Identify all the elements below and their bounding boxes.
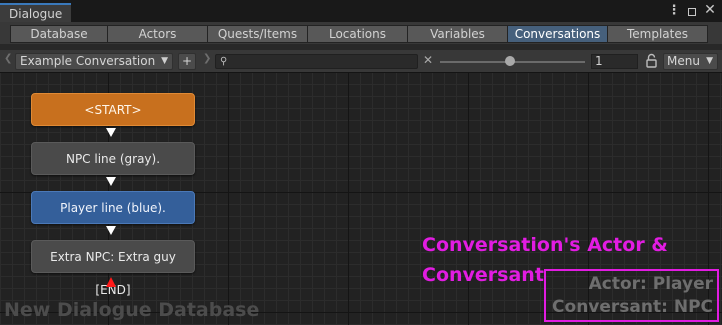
- close-icon[interactable]: ✕: [704, 3, 716, 17]
- actor-conversant-box: Actor: Player Conversant: NPC: [544, 269, 719, 322]
- back-arrow-icon[interactable]: ❮: [4, 53, 12, 64]
- annotation-line-1: Conversation's Actor &: [422, 234, 668, 256]
- lock-icon[interactable]: [646, 53, 657, 68]
- conversation-toolbar: ❮ Example Conversation ▼ + ❯ ⚲ ✕ 1 Menu …: [0, 50, 722, 73]
- tab-quests-items[interactable]: Quests/Items: [207, 25, 308, 43]
- chevron-down-icon: ▼: [706, 56, 713, 66]
- tab-locations[interactable]: Locations: [307, 25, 408, 43]
- more-options-icon[interactable]: ⋮: [668, 4, 681, 17]
- tab-actors[interactable]: Actors: [107, 25, 208, 43]
- start-node[interactable]: <START>: [31, 93, 195, 126]
- menu-button[interactable]: Menu ▼: [663, 53, 718, 70]
- actor-label: Actor: Player: [588, 274, 713, 294]
- clear-search-icon[interactable]: ✕: [423, 53, 433, 67]
- search-input[interactable]: ⚲: [215, 54, 418, 69]
- end-marker-icon: [106, 277, 116, 287]
- maximize-icon[interactable]: [686, 4, 698, 17]
- forward-arrow-icon[interactable]: ❯: [203, 53, 211, 64]
- tab-database[interactable]: Database: [10, 25, 108, 43]
- link-arrow-icon[interactable]: [106, 128, 116, 137]
- conversant-label: Conversant: NPC: [552, 297, 713, 317]
- chevron-down-icon: ▼: [161, 56, 168, 66]
- search-icon: ⚲: [220, 56, 228, 67]
- link-arrow-icon[interactable]: [106, 177, 116, 186]
- zoom-input[interactable]: 1: [591, 54, 638, 69]
- tab-templates[interactable]: Templates: [607, 25, 708, 43]
- editor-tab-strip: Database Actors Quests/Items Locations V…: [0, 22, 722, 44]
- window-title-bar: Dialogue ⋮ ✕: [0, 0, 722, 22]
- add-conversation-button[interactable]: +: [178, 53, 196, 70]
- player-node[interactable]: Player line (blue).: [31, 191, 195, 224]
- database-name-watermark: New Dialogue Database: [4, 299, 260, 321]
- conversation-dropdown-value: Example Conversation: [20, 54, 156, 68]
- extra-npc-node[interactable]: Extra NPC: Extra guy [END]: [31, 240, 195, 297]
- zoom-slider-handle[interactable]: [505, 56, 515, 66]
- link-arrow-icon[interactable]: [106, 226, 116, 235]
- window-tab-dialogue[interactable]: Dialogue: [0, 3, 72, 22]
- conversation-dropdown[interactable]: Example Conversation ▼: [15, 53, 173, 70]
- menu-button-label: Menu: [667, 54, 700, 68]
- tab-conversations[interactable]: Conversations: [507, 25, 608, 43]
- tab-variables[interactable]: Variables: [407, 25, 508, 43]
- conversation-canvas[interactable]: <START> NPC line (gray). Player line (bl…: [0, 72, 722, 325]
- npc-node[interactable]: NPC line (gray).: [31, 142, 195, 175]
